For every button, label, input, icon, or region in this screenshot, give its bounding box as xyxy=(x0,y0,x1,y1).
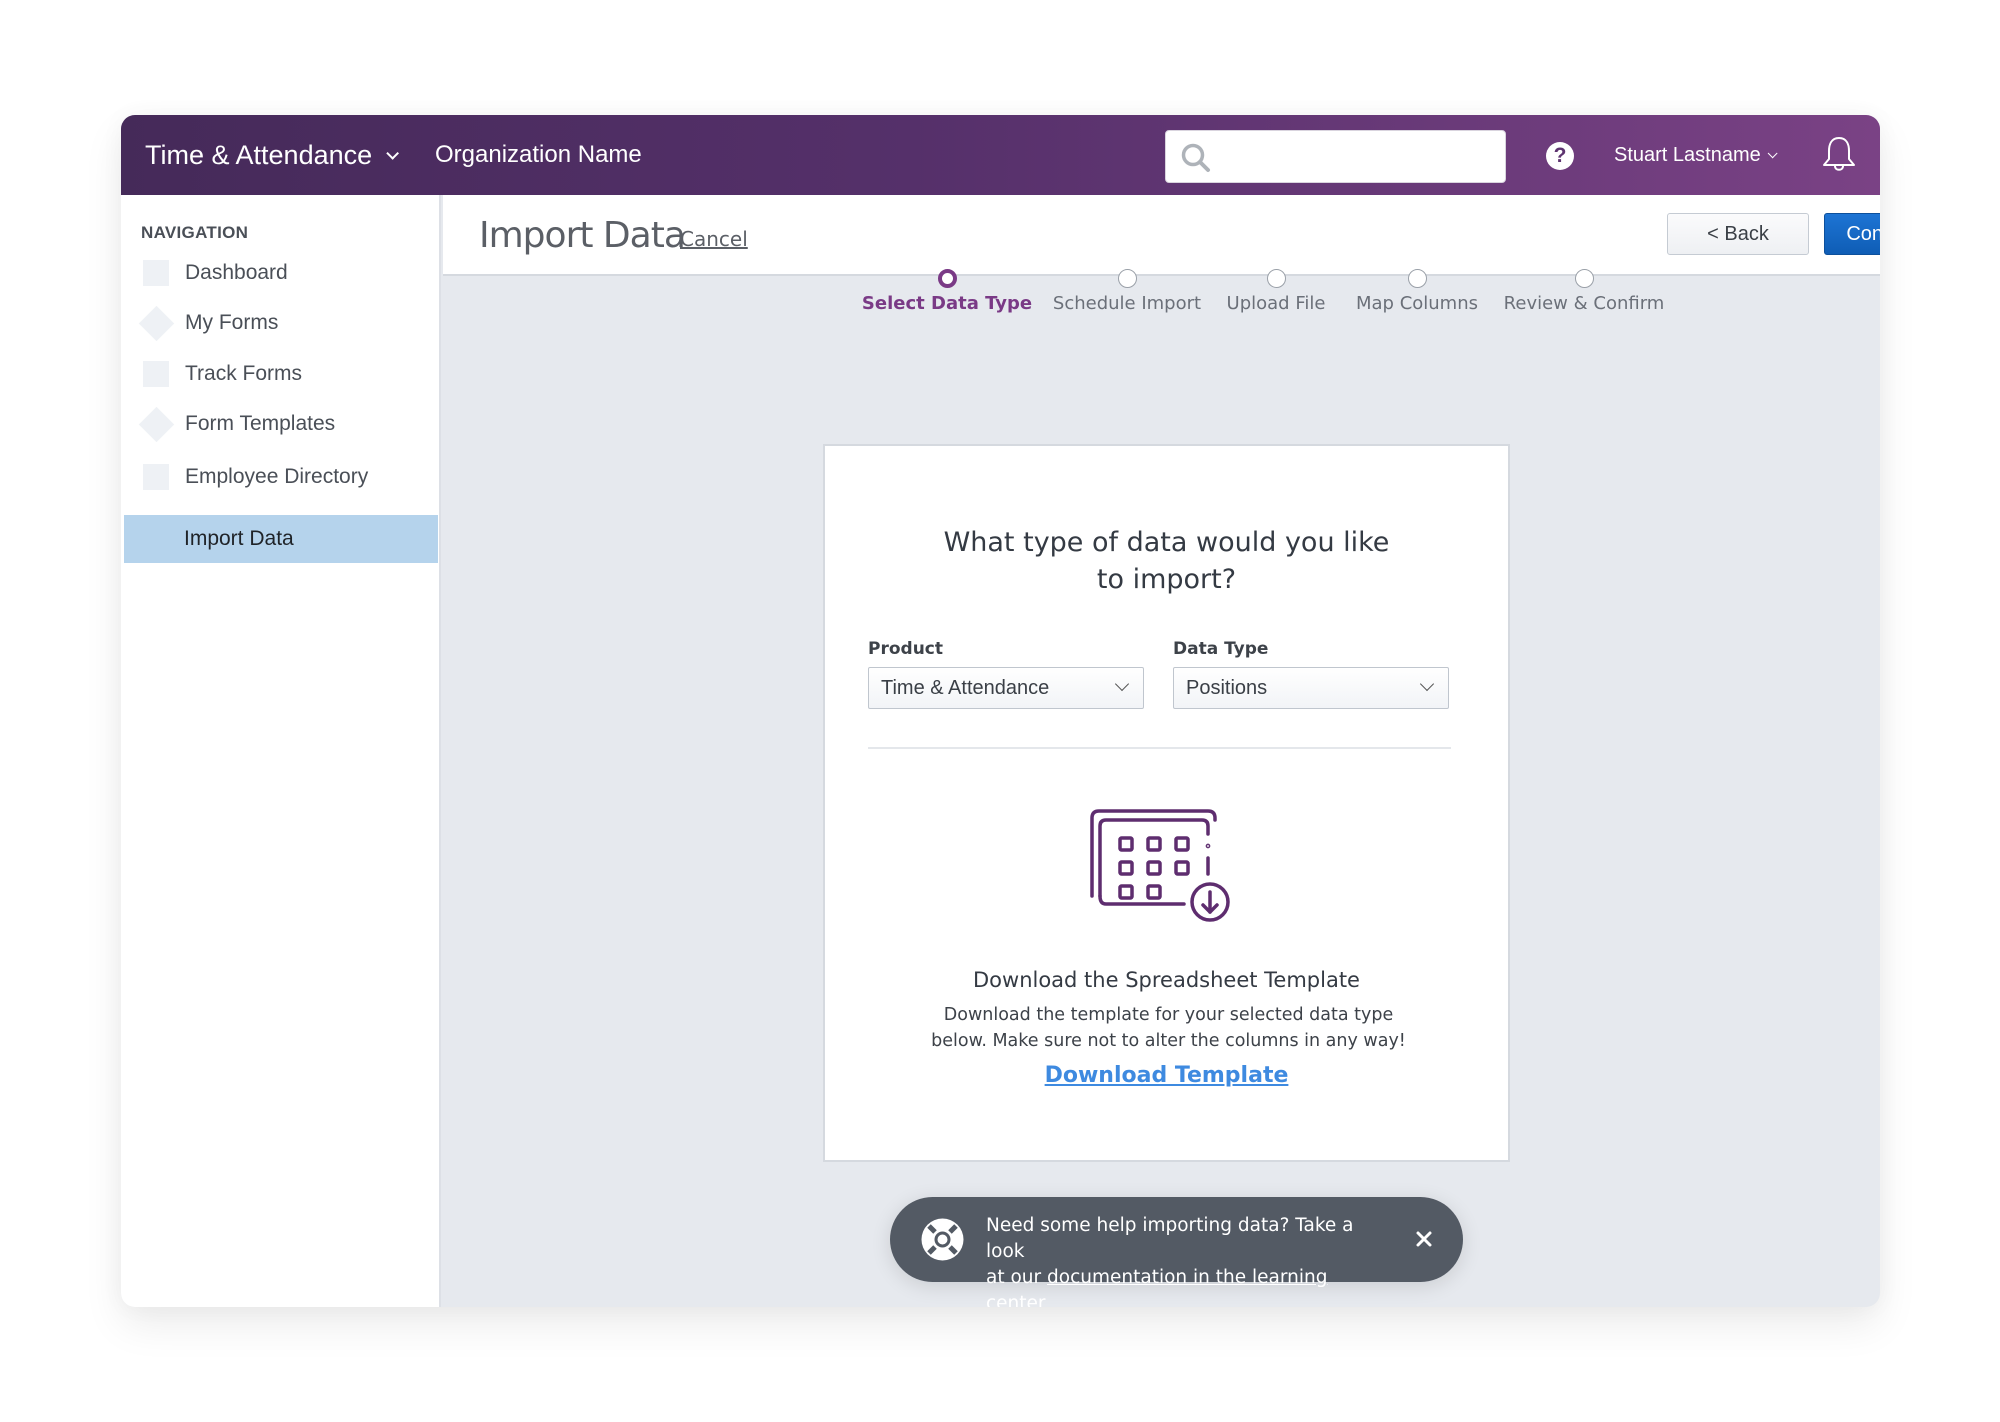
sidebar: NAVIGATION Dashboard My Forms Track Form… xyxy=(121,195,441,1307)
step-label: Map Columns xyxy=(1355,293,1479,314)
card-question: What type of data would you like to impo… xyxy=(825,524,1508,598)
nav-heading: NAVIGATION xyxy=(141,223,249,242)
organization-name: Organization Name xyxy=(435,141,642,168)
sidebar-item-import-data[interactable]: Import Data xyxy=(124,515,438,563)
download-title: Download the Spreadsheet Template xyxy=(973,968,1360,992)
user-menu[interactable]: Stuart Lastname xyxy=(1614,115,1778,195)
sidebar-item-employee-directory[interactable]: Employee Directory xyxy=(124,453,438,501)
cancel-link[interactable]: Cancel xyxy=(680,227,748,251)
user-name: Stuart Lastname xyxy=(1614,143,1761,166)
chevron-down-icon xyxy=(1419,676,1435,692)
sidebar-item-track-forms[interactable]: Track Forms xyxy=(124,350,438,398)
chevron-down-icon xyxy=(1114,676,1130,692)
sidebar-item-dashboard[interactable]: Dashboard xyxy=(124,249,438,297)
chevron-down-icon xyxy=(1767,147,1778,158)
sidebar-item-label: Dashboard xyxy=(185,261,288,284)
step-indicator xyxy=(1408,269,1427,288)
employee-directory-icon xyxy=(143,464,169,490)
sidebar-item-form-templates[interactable]: Form Templates xyxy=(124,400,438,448)
step-label: Schedule Import xyxy=(1052,293,1202,314)
toast-line1: Need some help importing data? Take a lo… xyxy=(986,1215,1354,1262)
download-description-line1: Download the template for your selected … xyxy=(943,1005,1394,1025)
sidebar-item-label: Employee Directory xyxy=(185,465,369,488)
sidebar-item-label: Form Templates xyxy=(185,412,336,435)
card-question-line1: What type of data would you like xyxy=(943,527,1390,558)
app-switcher[interactable]: Time & Attendance xyxy=(145,115,400,195)
data-type-label: Data Type xyxy=(1173,639,1269,659)
chevron-down-icon xyxy=(386,146,400,160)
sidebar-item-label: Track Forms xyxy=(185,362,303,385)
product-label: Product xyxy=(868,639,943,659)
app-title: Time & Attendance xyxy=(145,139,373,170)
form-templates-icon xyxy=(138,406,175,442)
back-button[interactable]: < Back xyxy=(1667,213,1809,255)
page-title: Import Data xyxy=(479,215,686,256)
toast-prefix: at our xyxy=(986,1267,1048,1288)
progress-stepper: Select Data Type Schedule Import Upload … xyxy=(443,265,1880,325)
download-description: Download the template for your selected … xyxy=(885,1002,1452,1054)
card-question-line2: to import? xyxy=(1096,564,1237,595)
data-type-select[interactable]: Positions xyxy=(1173,667,1449,709)
top-bar: Time & Attendance Organization Name ? St… xyxy=(121,115,1880,195)
product-select-value: Time & Attendance xyxy=(881,677,1050,699)
close-icon[interactable] xyxy=(1414,1229,1434,1249)
continue-button[interactable]: Continue > xyxy=(1824,213,1880,255)
download-template-link-row: Download Template xyxy=(825,1063,1508,1088)
divider xyxy=(868,747,1451,749)
app-window: Time & Attendance Organization Name ? St… xyxy=(121,115,1880,1307)
step-label: Upload File xyxy=(1226,293,1326,314)
data-type-select-value: Positions xyxy=(1186,677,1268,699)
download-template-link[interactable]: Download Template xyxy=(1045,1063,1289,1088)
spreadsheet-download-icon xyxy=(1090,809,1230,922)
step-indicator xyxy=(1575,269,1594,288)
content-header: Import Data Cancel < Back Continue > xyxy=(443,195,1880,276)
bell-icon[interactable] xyxy=(1821,135,1857,175)
step-indicator xyxy=(1118,269,1137,288)
sidebar-item-label: My Forms xyxy=(185,311,279,334)
step-label: Select Data Type xyxy=(861,293,1033,314)
step-indicator xyxy=(1267,269,1286,288)
search-icon xyxy=(1181,143,1210,172)
search-box[interactable] xyxy=(1165,130,1506,183)
step-label: Review & Confirm xyxy=(1503,293,1665,314)
step-indicator xyxy=(938,269,957,288)
dashboard-icon xyxy=(143,260,169,286)
product-select[interactable]: Time & Attendance xyxy=(868,667,1144,709)
download-description-line2: below. Make sure not to alter the column… xyxy=(931,1031,1406,1051)
toast-message: Need some help importing data? Take a lo… xyxy=(986,1213,1386,1307)
help-toast: Need some help importing data? Take a lo… xyxy=(890,1197,1463,1307)
search-input[interactable] xyxy=(1224,131,1494,182)
sidebar-item-label: Import Data xyxy=(184,527,294,550)
lifebuoy-icon xyxy=(921,1218,964,1261)
sidebar-item-my-forms[interactable]: My Forms xyxy=(124,299,438,347)
select-data-type-card: What type of data would you like to impo… xyxy=(823,444,1510,1162)
track-forms-icon xyxy=(143,361,169,387)
help-icon[interactable]: ? xyxy=(1546,142,1574,170)
my-forms-icon xyxy=(138,305,175,341)
toast-line2: at our documentation in the learning cen… xyxy=(986,1265,1386,1307)
